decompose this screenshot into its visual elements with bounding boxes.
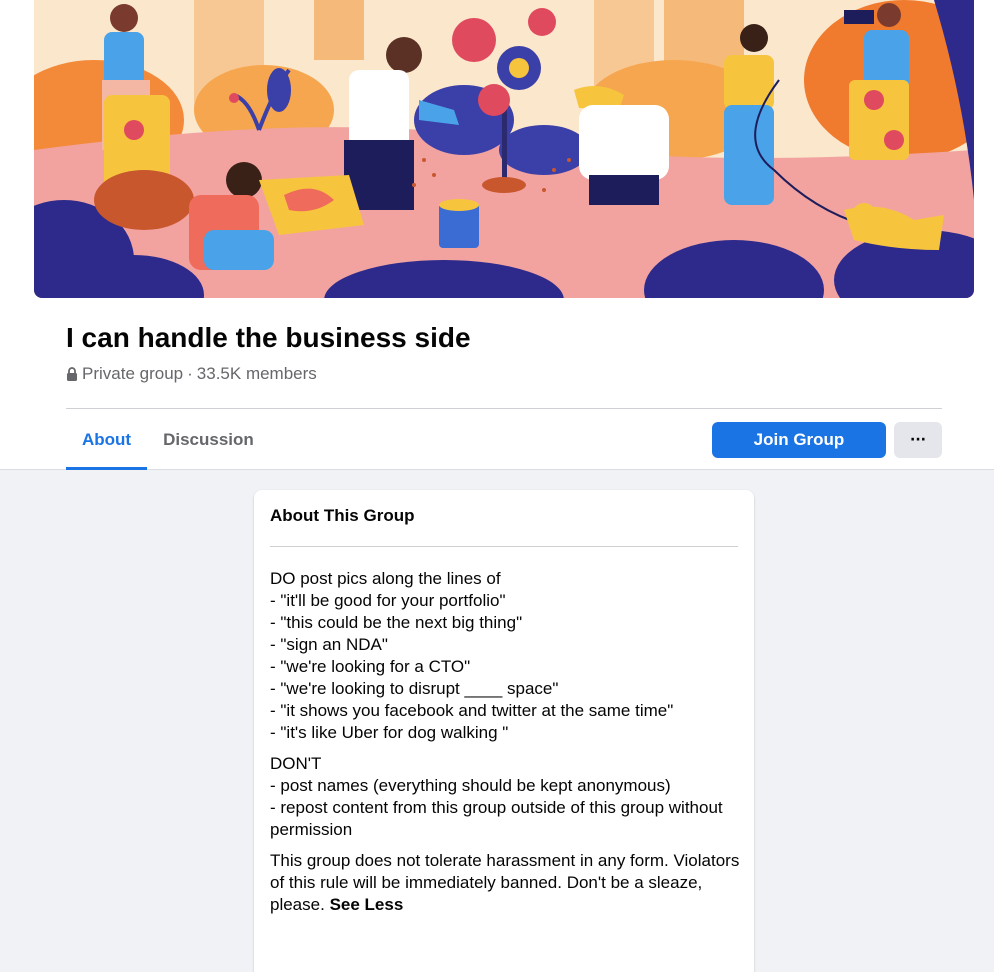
about-line: - "it's like Uber for dog walking " — [270, 723, 509, 742]
cover-illustration — [34, 0, 974, 298]
about-title: About This Group — [270, 506, 415, 525]
group-meta: Private group · 33.5K members — [66, 364, 317, 384]
about-line: - "it shows you facebook and twitter at … — [270, 701, 674, 720]
more-icon[interactable]: ··· — [894, 422, 942, 458]
tab-about[interactable]: About — [66, 410, 148, 470]
about-line: - "this could be the next big thing" — [270, 613, 523, 632]
group-header: I can handle the business side Private g… — [0, 0, 994, 470]
join-group-button[interactable]: Join Group — [712, 422, 886, 458]
see-less-link[interactable]: See Less — [330, 895, 404, 914]
about-line: - post names (everything should be kept … — [270, 776, 671, 795]
about-line: - "we're looking to disrupt ____ space" — [270, 679, 559, 698]
meta-separator: · — [187, 364, 193, 383]
group-name: I can handle the business side — [66, 322, 471, 353]
tab-discussion[interactable]: Discussion — [147, 410, 270, 470]
header-divider — [66, 408, 942, 409]
about-line: DON'T — [270, 754, 322, 773]
about-card: About This Group DO post pics along the … — [254, 490, 754, 972]
group-privacy[interactable]: Private group — [82, 364, 183, 384]
about-line: - "sign an NDA" — [270, 635, 388, 654]
cover-photo[interactable] — [34, 0, 974, 298]
about-line: - repost content from this group outside… — [270, 798, 723, 839]
about-paragraph-do: DO post pics along the lines of - "it'll… — [270, 568, 742, 744]
about-paragraph-policy: This group does not tolerate harassment … — [270, 850, 742, 916]
about-line: - "it'll be good for your portfolio" — [270, 591, 506, 610]
about-divider — [270, 546, 738, 547]
group-tabs: About Discussion — [66, 410, 270, 470]
about-description: DO post pics along the lines of - "it'll… — [270, 568, 742, 925]
member-count[interactable]: 33.5K members — [197, 364, 317, 384]
about-line: DO post pics along the lines of — [270, 569, 501, 588]
about-line: - "we're looking for a CTO" — [270, 657, 471, 676]
about-paragraph-dont: DON'T - post names (everything should be… — [270, 753, 742, 841]
lock-icon — [67, 367, 77, 381]
